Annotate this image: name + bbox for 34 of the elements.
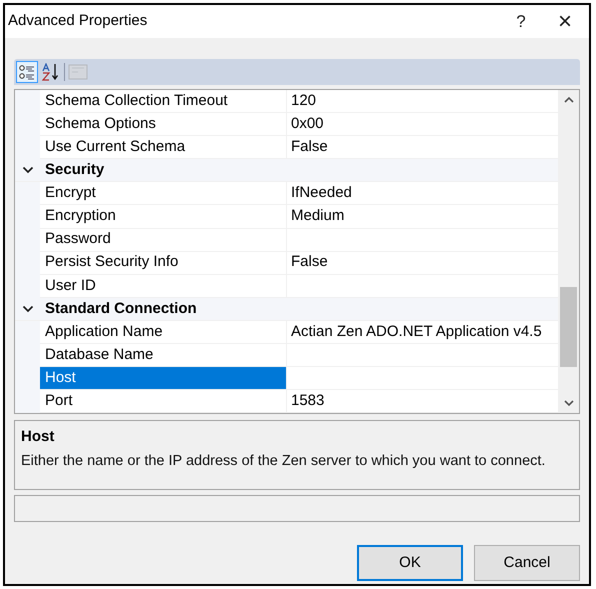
- toolbar-button[interactable]: [16, 61, 38, 83]
- help-button[interactable]: ?: [501, 8, 541, 34]
- dialog-button[interactable]: Cancel: [474, 545, 580, 581]
- property-name[interactable]: Use Current Schema: [40, 136, 287, 158]
- property-value[interactable]: False: [287, 252, 558, 274]
- category-label: Standard Connection: [44, 298, 197, 319]
- property-value[interactable]: 120: [287, 90, 558, 112]
- close-button[interactable]: ×: [541, 10, 589, 34]
- scrollbar[interactable]: [558, 90, 579, 413]
- property-name[interactable]: Persist Security Info: [40, 252, 287, 274]
- dialog-button[interactable]: OK: [357, 545, 463, 581]
- property-name[interactable]: Host: [40, 367, 287, 390]
- description-title: Host: [21, 427, 56, 447]
- property-value[interactable]: Medium: [287, 205, 558, 228]
- property-name[interactable]: Application Name: [40, 320, 287, 344]
- property-value[interactable]: 1583: [287, 390, 558, 412]
- property-pages-icon: [68, 64, 88, 80]
- sort-alphabetical-icon: [42, 63, 60, 81]
- property-value[interactable]: False: [287, 136, 558, 158]
- categorized-icon: [19, 64, 35, 80]
- property-name[interactable]: Schema Options: [40, 113, 287, 136]
- category-label: Security: [44, 160, 104, 180]
- scroll-up-icon[interactable]: [564, 96, 574, 104]
- property-value[interactable]: Actian Zen ADO.NET Application v4.5: [287, 320, 558, 344]
- property-name[interactable]: Schema Collection Timeout: [40, 90, 287, 112]
- property-name[interactable]: Port: [40, 390, 287, 412]
- description-text: Either the name or the IP address of the Zen server to which you want to connect.: [21, 452, 546, 470]
- property-value[interactable]: IfNeeded: [287, 182, 558, 204]
- property-name[interactable]: Encrypt: [40, 182, 287, 204]
- window-title: Advanced Properties: [8, 11, 148, 32]
- scrollbar-thumb[interactable]: [560, 287, 577, 367]
- property-value[interactable]: 0x00: [287, 113, 558, 136]
- property-name[interactable]: Encryption: [40, 205, 287, 228]
- scroll-down-icon[interactable]: [564, 399, 574, 407]
